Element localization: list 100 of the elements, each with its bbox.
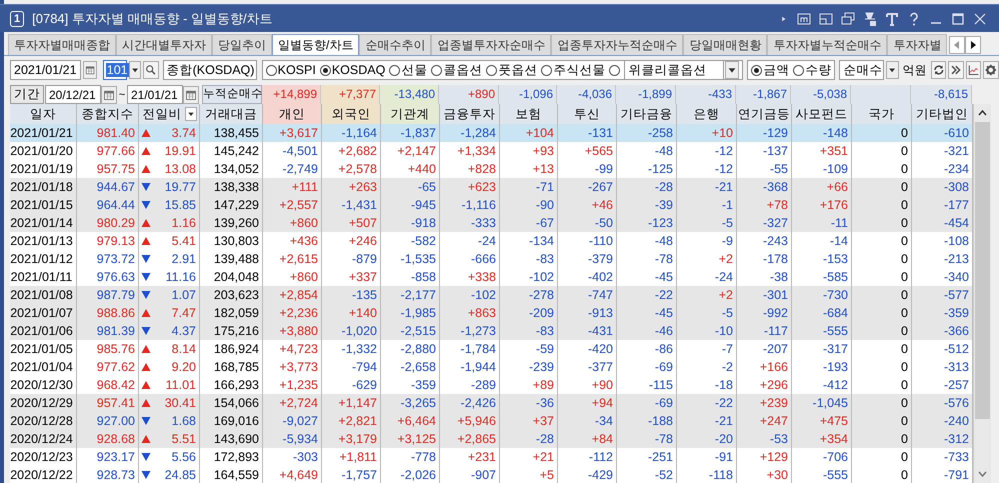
total-value: -13,480 (380, 85, 439, 104)
memo-icon[interactable] (797, 12, 811, 26)
radio-label[interactable]: 선물 (401, 62, 428, 78)
tab[interactable]: 일별동향/차트 (272, 34, 360, 55)
radio-button[interactable] (389, 64, 400, 76)
maximize-icon[interactable] (951, 12, 965, 26)
font-size-icon[interactable] (885, 12, 899, 26)
tab[interactable]: 투자자별 (887, 34, 948, 55)
table-row[interactable]: 2021/01/14 980.29 1.16 139,260 +860 +507 -918 -333 -67 -50 -123 -5 -327 -11 0 -454 (10, 214, 973, 232)
tab[interactable]: 업종별투자자순매수 (431, 34, 552, 55)
radio-button[interactable] (320, 64, 331, 76)
table-row[interactable]: 2021/01/19 957.75 13.08 134,052 -2,749 +2,578 +440 +828 +13 -99 -125 -12 -55 -109 0 -234 (10, 160, 973, 178)
pin-lock-icon[interactable] (863, 12, 877, 26)
table-cell: 11.16 (166, 270, 196, 284)
table-row[interactable]: 2020/12/24 928.68 5.51 143,690 -5,934 +3,179 +3,125 +2,865 -28 +84 -78 -20 -53 +354 0 -312 (10, 430, 973, 448)
table-row[interactable]: 2020/12/29 957.41 30.41 154,066 +2,724 +1,147 -3,265 -2,426 -36 +94 -69 -22 +239 -1,045 0 -576 (10, 394, 973, 412)
window-layout-icon[interactable] (819, 12, 833, 26)
radio-label[interactable]: 수량 (805, 62, 832, 78)
calendar-icon[interactable] (101, 86, 117, 104)
dropdown-caret-icon[interactable] (725, 61, 740, 79)
table-cell: 19.91 (164, 144, 196, 158)
table-row[interactable]: 2021/01/06 981.39 4.37 175,216 +3,880 -1,020 -2,515 -1,273 -83 -431 -46 -10 -117 -555 0 -366 (10, 322, 973, 340)
table-row[interactable]: 2021/01/21 981.40 3.74 138,455 +3,617 -1,164 -1,837 -1,284 +104 -131 -258 +10 -129 -148 0 -610 (10, 124, 973, 142)
radio-label[interactable]: 콜옵션 (443, 62, 482, 78)
total-value: -1,899 (616, 85, 676, 104)
radio-button[interactable] (751, 64, 762, 76)
radio-button[interactable] (541, 64, 552, 76)
table-row[interactable]: 2021/01/15 964.44 15.85 147,229 +2,557 -1,431 -945 -1,116 -90 +46 -39 -1 +78 +176 0 -177 (10, 196, 973, 214)
end-date-field[interactable]: 21/01/21 (127, 85, 183, 104)
scrollbar[interactable] (973, 104, 991, 483)
mode-dropdown[interactable]: 순매수 (839, 60, 884, 80)
column-header: 은행 (677, 104, 737, 125)
refresh-icon[interactable] (930, 61, 946, 79)
table-cell: 8.14 (172, 342, 196, 356)
search-icon[interactable] (143, 61, 159, 79)
table-row[interactable]: 2020/12/28 927.00 1.68 169,016 -9,027 +2,821 +6,464 +5,946 +37 -34 -188 -21 +247 +475 0 -240 (10, 412, 973, 430)
close-icon[interactable] (973, 12, 987, 26)
table-row[interactable]: 2021/01/05 985.76 8.14 186,924 +4,723 -1,332 -2,880 -1,784 -59 -420 -86 -7 -207 -317 0 -512 (10, 340, 973, 358)
double-chevron-icon[interactable] (948, 61, 964, 79)
window-title: [0784] 투자자별 매매동향 - 일별동향/차트 (32, 10, 273, 28)
table-row[interactable]: 2021/01/08 987.79 1.07 203,623 +2,854 -135 -2,177 -102 -278 -747 -22 +2 -301 -730 0 -577 (10, 286, 973, 304)
settings-icon[interactable] (983, 61, 999, 79)
chart-icon[interactable] (966, 61, 982, 79)
column-header: 연기금등 (737, 104, 792, 125)
code-field[interactable]: 101 (102, 60, 127, 80)
table-row[interactable]: 2021/01/04 977.62 9.20 168,785 +3,773 -794 -2,658 -1,944 -239 -377 -69 -2 +166 -193 0 -313 (10, 358, 973, 376)
tab[interactable]: 당일추이 (212, 34, 272, 55)
radio-button[interactable] (609, 64, 620, 76)
tab[interactable]: 시간대별투자자 (116, 34, 212, 55)
table-row[interactable]: 2020/12/23 923.17 5.56 172,893 -303 +1,811 -778 +231 +21 -112 -251 -91 +129 -706 0 -733 (10, 448, 973, 466)
total-value: -433 (676, 85, 736, 104)
table-cell: 24.85 (164, 468, 196, 482)
table-row[interactable]: 2020/12/22 928.73 24.85 164,559 +4,649 -1,757 -2,026 -907 +5 -429 -52 -118 +30 -555 0 -791 (10, 466, 973, 483)
table-row[interactable]: 2020/12/30 968.42 11.01 166,293 +1,235 -629 -359 -289 +89 +90 -115 -18 +296 -412 0 -257 (10, 376, 973, 394)
radio-label[interactable]: 주식선물 (553, 62, 606, 78)
dropdown-caret-icon[interactable] (886, 61, 899, 79)
radio-button[interactable] (266, 64, 277, 76)
table-row[interactable]: 2021/01/12 973.72 2.91 139,488 +2,615 -879 -1,535 -666 -83 -379 -78 +2 -178 -153 0 -213 (10, 250, 973, 268)
header-caret-icon[interactable] (185, 107, 197, 121)
table-cell: +30 (737, 466, 792, 483)
tab[interactable]: 업종투자자누적순매수 (551, 34, 684, 55)
table-cell: 5.51 (172, 432, 196, 446)
radio-label[interactable]: 금액 (763, 62, 790, 78)
market-name-field[interactable]: 종합(KOSDAQ) (162, 60, 257, 80)
total-value: -4,036 (557, 85, 616, 104)
total-value: -1,096 (499, 85, 557, 104)
date-field[interactable]: 2021/01/21 (10, 60, 81, 80)
table-row[interactable]: 2021/01/11 976.63 11.16 204,048 +860 +337 -858 +338 -102 -402 -45 -24 -38 -585 0 -340 (10, 268, 973, 286)
tab[interactable]: 투자자별매매종합 (8, 34, 116, 55)
table-row[interactable]: 2021/01/13 979.13 5.41 130,803 +436 +246 -582 -24 -134 -110 -48 -9 -243 -14 0 -108 (10, 232, 973, 250)
tab[interactable]: 투자자별누적순매수 (767, 34, 888, 55)
cascade-windows-icon[interactable] (841, 12, 855, 26)
table-cell: -1,757 (322, 466, 381, 483)
table-cell: +4,649 (263, 466, 322, 483)
calendar-icon[interactable] (82, 61, 97, 79)
table-cell: 19.77 (164, 180, 196, 194)
table-cell: 30.41 (164, 396, 196, 410)
radio-button[interactable] (793, 64, 804, 76)
tab[interactable]: 당일매매현황 (683, 34, 768, 55)
calendar-icon[interactable] (183, 86, 199, 104)
tab[interactable]: 순매수추이 (359, 34, 432, 55)
table-cell: 2.91 (172, 252, 196, 266)
totals-label: 누적순매수 (202, 85, 262, 104)
range-separator: ~ (118, 88, 126, 100)
start-date-field[interactable]: 20/12/21 (45, 85, 101, 104)
dropdown-caret-icon[interactable] (128, 61, 141, 79)
scroll-right-icon[interactable] (965, 36, 982, 54)
table-cell: -2,026 (381, 466, 440, 483)
radio-label[interactable]: KOSDAQ (332, 63, 386, 77)
radio-label[interactable]: 풋옵션 (498, 62, 538, 78)
radio-button[interactable] (431, 64, 442, 76)
radio-button[interactable] (486, 64, 498, 76)
option-dropdown[interactable]: 위클리콜옵션 (624, 60, 724, 80)
table-row[interactable]: 2021/01/18 944.67 19.77 138,338 +111 +263 -65 +623 -71 -267 -28 -21 -368 +66 0 -308 (10, 178, 973, 196)
radio-label[interactable]: KOSPI (278, 63, 316, 77)
table-row[interactable]: 2021/01/20 977.66 19.91 145,242 -4,501 +2,682 +2,147 +1,334 +93 +565 -48 -12 -137 +351 0 -321 (10, 142, 973, 160)
table-row[interactable]: 2021/01/07 988.86 7.47 182,059 +2,236 +140 -1,985 +863 -209 -913 -45 -5 -992 -684 0 -359 (10, 304, 973, 322)
scrollbar-thumb[interactable] (975, 122, 990, 419)
period-button[interactable]: 기간 (10, 85, 44, 104)
table-cell: 2020/12/22 (10, 466, 77, 483)
